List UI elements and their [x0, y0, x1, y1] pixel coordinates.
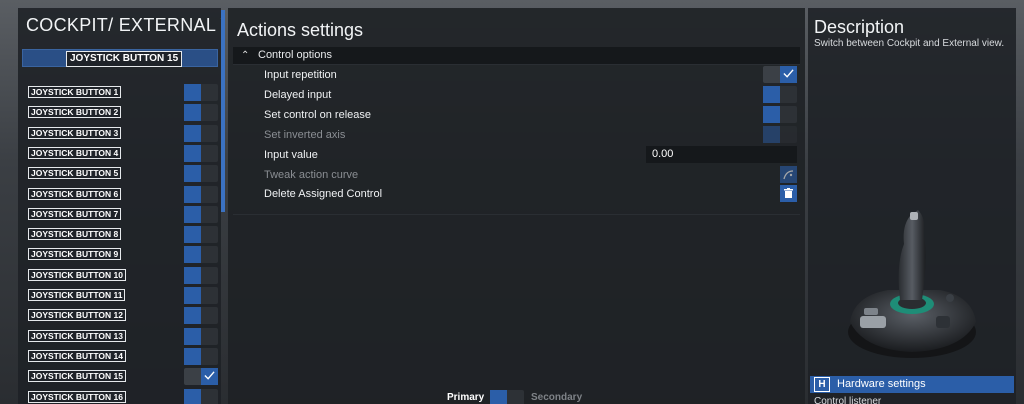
binding-toggle[interactable]: [184, 144, 218, 162]
description-text: Switch between Cockpit and External view…: [814, 38, 1005, 49]
binding-label: JOYSTICK BUTTON 6: [28, 187, 122, 200]
primary-secondary-toggle[interactable]: [490, 390, 524, 404]
input-repetition-checkbox[interactable]: [763, 66, 797, 83]
binding-row[interactable]: JOYSTICK BUTTON 10: [28, 266, 219, 284]
binding-label: JOYSTICK BUTTON 12: [28, 309, 126, 322]
binding-toggle[interactable]: [184, 104, 218, 122]
binding-label: JOYSTICK BUTTON 16: [28, 390, 126, 403]
binding-label: JOYSTICK BUTTON 5: [28, 167, 122, 180]
joystick-image: [848, 210, 976, 358]
binding-toggle[interactable]: [184, 287, 218, 304]
control-options-header[interactable]: ⌃ Control options: [233, 47, 800, 65]
description-panel: Description Switch between Cockpit and E…: [808, 8, 1016, 404]
binding-row[interactable]: JOYSTICK BUTTON 7: [28, 205, 219, 223]
binding-row[interactable]: JOYSTICK BUTTON 4: [28, 144, 219, 162]
chevron-up-icon: ⌃: [241, 50, 250, 61]
binding-row[interactable]: JOYSTICK BUTTON 6: [28, 185, 219, 203]
binding-label: JOYSTICK BUTTON 8: [28, 228, 122, 241]
binding-toggle[interactable]: [184, 84, 218, 101]
tweak-curve-button[interactable]: [780, 166, 797, 183]
binding-row[interactable]: JOYSTICK BUTTON 2: [28, 104, 219, 122]
set-inverted-axis-label: Set inverted axis: [264, 129, 346, 141]
trash-icon: [784, 188, 793, 198]
binding-toggle[interactable]: [184, 266, 218, 284]
binding-row[interactable]: JOYSTICK BUTTON 13: [28, 327, 219, 345]
binding-toggle[interactable]: [184, 226, 218, 244]
binding-label: JOYSTICK BUTTON 3: [28, 126, 122, 139]
divider: [233, 214, 800, 215]
actions-settings-panel: Actions settings ⌃ Control options Input…: [228, 8, 805, 404]
primary-slot-label: Primary: [447, 392, 485, 403]
binding-toggle[interactable]: [184, 165, 218, 183]
input-value-label: Input value: [264, 149, 318, 161]
hardware-key-badge: H: [814, 377, 830, 392]
binding-toggle[interactable]: [184, 185, 218, 203]
binding-label: JOYSTICK BUTTON 10: [28, 268, 126, 281]
input-value-field[interactable]: 0.00: [646, 146, 797, 163]
binding-label: JOYSTICK BUTTON 14: [28, 349, 126, 362]
binding-label: JOYSTICK BUTTON 9: [28, 248, 122, 261]
binding-toggle[interactable]: [184, 388, 218, 404]
hardware-settings-item[interactable]: H Hardware settings: [810, 376, 1014, 393]
binding-row[interactable]: JOYSTICK BUTTON 12: [28, 307, 219, 325]
binding-label: JOYSTICK BUTTON 7: [28, 207, 122, 220]
binding-row[interactable]: JOYSTICK BUTTON 1: [28, 84, 219, 101]
binding-row[interactable]: JOYSTICK BUTTON 3: [28, 124, 219, 142]
action-title: COCKPIT/ EXTERNAL VIE: [26, 15, 221, 35]
left-scrollbar[interactable]: [221, 10, 225, 212]
binding-row[interactable]: JOYSTICK BUTTON 9: [28, 246, 219, 264]
control-listener-item[interactable]: Control listener: [814, 396, 881, 404]
binding-toggle[interactable]: [184, 205, 218, 223]
binding-label: JOYSTICK BUTTON 11: [28, 289, 126, 301]
curve-icon: [783, 170, 794, 180]
section-label: Control options: [258, 49, 332, 61]
checkmark-icon: [204, 371, 215, 380]
binding-toggle[interactable]: [184, 327, 218, 345]
binding-toggle[interactable]: [184, 347, 218, 365]
binding-label: JOYSTICK BUTTON 13: [28, 329, 126, 342]
input-repetition-label: Input repetition: [264, 69, 337, 81]
binding-toggle[interactable]: [184, 246, 218, 264]
description-title: Description: [814, 17, 905, 37]
binding-row[interactable]: JOYSTICK BUTTON 14: [28, 347, 219, 365]
delete-assigned-control-label: Delete Assigned Control: [264, 188, 383, 200]
secondary-slot-label: Secondary: [531, 392, 583, 403]
binding-row[interactable]: JOYSTICK BUTTON 16: [28, 388, 219, 404]
set-inverted-axis-toggle[interactable]: [763, 126, 797, 143]
hardware-settings-label: Hardware settings: [837, 378, 926, 390]
delete-control-button[interactable]: [780, 185, 797, 202]
selected-binding-header[interactable]: JOYSTICK BUTTON 15: [22, 49, 218, 67]
binding-label: JOYSTICK BUTTON 1: [28, 86, 122, 98]
binding-row[interactable]: JOYSTICK BUTTON 8: [28, 226, 219, 244]
binding-label: JOYSTICK BUTTON 4: [28, 146, 122, 159]
binding-row[interactable]: JOYSTICK BUTTON 11: [28, 287, 219, 304]
set-control-on-release-label: Set control on release: [264, 109, 372, 121]
selected-binding-label: JOYSTICK BUTTON 15: [66, 51, 183, 67]
bindings-list-panel: COCKPIT/ EXTERNAL VIE JOYSTICK BUTTON 15…: [18, 8, 221, 404]
binding-toggle[interactable]: [184, 307, 218, 325]
binding-toggle[interactable]: [184, 368, 218, 386]
delayed-input-toggle[interactable]: [763, 86, 797, 103]
checkmark-icon: [783, 69, 794, 78]
binding-label: JOYSTICK BUTTON 15: [28, 370, 126, 383]
page-title: Actions settings: [237, 20, 364, 40]
delayed-input-label: Delayed input: [264, 89, 332, 101]
set-control-on-release-toggle[interactable]: [763, 106, 797, 123]
binding-row[interactable]: JOYSTICK BUTTON 5: [28, 165, 219, 183]
binding-toggle[interactable]: [184, 124, 218, 142]
binding-label: JOYSTICK BUTTON 2: [28, 106, 122, 119]
binding-row[interactable]: JOYSTICK BUTTON 15: [28, 368, 219, 386]
tweak-action-curve-label: Tweak action curve: [264, 169, 359, 181]
